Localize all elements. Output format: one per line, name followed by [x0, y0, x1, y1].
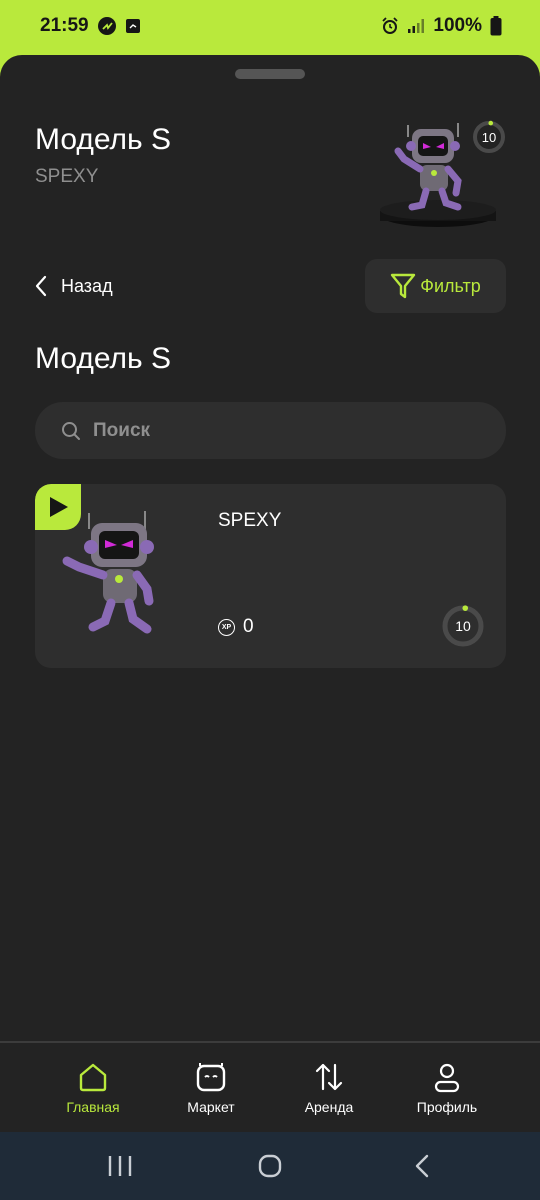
nav-item-rent[interactable]: Аренда [270, 1061, 388, 1115]
nav-item-home[interactable]: Главная [34, 1061, 152, 1115]
card-robot-image [55, 509, 157, 637]
back-button[interactable]: Назад [35, 270, 113, 302]
filter-label: Фильтр [420, 275, 481, 296]
chevron-left-icon [35, 275, 47, 297]
status-bar: 21:59 100% [0, 0, 540, 52]
filter-funnel-icon [391, 273, 416, 299]
search-bar[interactable] [35, 402, 506, 459]
back-arrow-icon [415, 1154, 429, 1178]
card-robot-name: SPEXY [218, 510, 282, 531]
back-label: Назад [61, 275, 113, 296]
nav-label-market: Маркет [187, 1099, 235, 1115]
main-sheet: Модель S SPEXY 10 Назад Фильтр Модель S … [0, 55, 540, 1041]
xp-value: 0 [243, 616, 254, 637]
home-system-button[interactable] [256, 1152, 284, 1180]
market-robot-icon [196, 1063, 226, 1092]
filter-button[interactable]: Фильтр [365, 259, 506, 313]
page-subtitle: SPEXY [35, 166, 99, 187]
recent-apps-icon [108, 1156, 132, 1176]
swap-arrows-icon [315, 1063, 343, 1091]
app-notification-icon [125, 18, 141, 34]
nav-item-profile[interactable]: Профиль [388, 1061, 506, 1115]
drag-handle[interactable] [235, 69, 305, 79]
status-left: 21:59 [40, 15, 141, 37]
status-time: 21:59 [40, 15, 89, 36]
nav-label-home: Главная [66, 1099, 120, 1115]
signal-icon [407, 18, 425, 34]
header-level-value: 10 [481, 129, 497, 145]
recent-apps-button[interactable] [106, 1152, 134, 1180]
xp-icon: XP [218, 618, 235, 636]
card-level-indicator: 10 [441, 604, 485, 648]
nav-item-market[interactable]: Маркет [152, 1061, 270, 1115]
page-title: Модель S [35, 123, 172, 156]
nav-label-profile: Профиль [416, 1099, 478, 1115]
alarm-icon [381, 17, 399, 35]
robot-card[interactable]: SPEXY XP 0 10 [35, 484, 506, 668]
cast-icon [97, 16, 117, 36]
home-icon [79, 1063, 107, 1092]
system-nav-bar [0, 1132, 540, 1200]
back-system-button[interactable] [408, 1152, 436, 1180]
xp-row: XP 0 [218, 616, 254, 638]
status-right: 100% [381, 15, 502, 37]
profile-icon [434, 1063, 460, 1093]
search-icon [62, 421, 80, 440]
battery-percent: 100% [433, 15, 482, 36]
header-level-indicator: 10 [472, 120, 506, 154]
card-level-value: 10 [455, 618, 471, 634]
battery-icon [490, 16, 502, 36]
bottom-nav: Главная Маркет Аренда Профиль [0, 1041, 540, 1132]
search-input[interactable] [93, 419, 473, 442]
home-circle-icon [258, 1154, 282, 1178]
section-title: Модель S [35, 342, 172, 375]
nav-label-rent: Аренда [304, 1099, 354, 1115]
